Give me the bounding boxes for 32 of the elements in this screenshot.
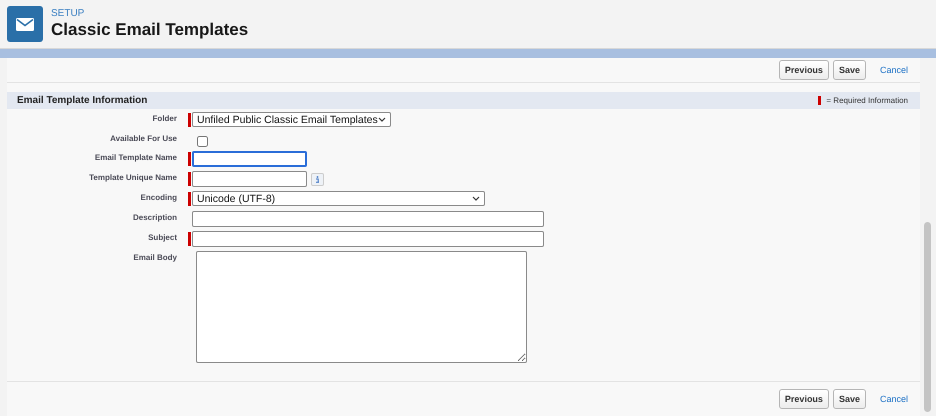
- field-label: Subject: [147, 232, 177, 242]
- input-field[interactable]: [192, 211, 544, 227]
- checkbox[interactable]: [197, 136, 208, 147]
- page-title: Classic Email Templates: [51, 20, 248, 40]
- section-title: Email Template Information: [17, 95, 148, 106]
- field-label: Template Unique Name: [88, 172, 177, 182]
- cancel-link[interactable]: Cancel: [880, 65, 908, 75]
- form-button[interactable]: Previous: [778, 389, 829, 409]
- text-area[interactable]: [196, 251, 527, 363]
- chevron-down-icon: [472, 196, 480, 202]
- cancel-link[interactable]: Cancel: [880, 394, 908, 404]
- field-label: Description: [132, 212, 177, 222]
- info-icon[interactable]: [311, 172, 324, 186]
- input-field[interactable]: [192, 151, 307, 167]
- scrollbar-thumb[interactable]: [924, 222, 931, 412]
- input-field[interactable]: [192, 171, 307, 187]
- form-button[interactable]: Previous: [778, 60, 829, 80]
- field-label: Encoding: [140, 192, 177, 202]
- required-legend: = Required Information: [826, 96, 908, 105]
- dropdown[interactable]: Unicode (UTF-8): [192, 191, 485, 206]
- field-label: Available For Use: [109, 133, 177, 143]
- envelope-icon: [7, 6, 43, 42]
- dropdown[interactable]: Unfiled Public Classic Email Templates: [192, 112, 391, 127]
- chevron-down-icon: [378, 116, 386, 122]
- form-button[interactable]: Save: [832, 389, 866, 409]
- field-label: Email Template Name: [94, 152, 177, 162]
- input-field[interactable]: [192, 231, 544, 247]
- form-button[interactable]: Save: [832, 60, 866, 80]
- field-label: Email Body: [132, 252, 177, 262]
- required-marker: [818, 96, 822, 105]
- field-label: Folder: [152, 113, 177, 123]
- breadcrumb: SETUP: [51, 8, 86, 20]
